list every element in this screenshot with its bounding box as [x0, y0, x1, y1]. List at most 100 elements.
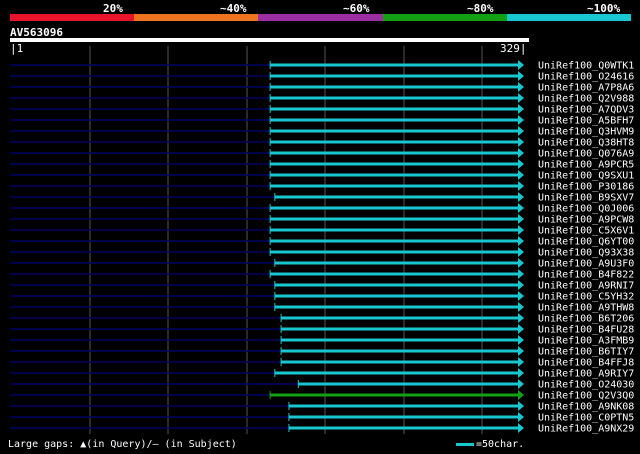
hit-row[interactable]: UniRef100_Q6YT00 — [10, 236, 634, 248]
hit-label[interactable]: UniRef100_B4FFJ8 — [538, 358, 634, 369]
hit-label[interactable]: UniRef100_A9RIY7 — [538, 369, 634, 380]
hit-bar[interactable] — [270, 63, 520, 67]
hit-row[interactable]: UniRef100_Q2V3Q0 — [10, 390, 634, 402]
hit-label[interactable]: UniRef100_A9NX29 — [538, 424, 634, 435]
hit-row[interactable]: UniRef100_B6TIY7 — [10, 346, 634, 358]
hit-bar[interactable] — [270, 107, 520, 111]
hit-bar[interactable] — [270, 140, 520, 144]
hit-row[interactable]: UniRef100_A9PCR5 — [10, 159, 634, 171]
hit-label[interactable]: UniRef100_Q076A9 — [538, 149, 634, 160]
hit-row[interactable]: UniRef100_A9RNI7 — [10, 280, 634, 292]
hit-bar[interactable] — [281, 316, 520, 320]
hit-bar[interactable] — [270, 118, 520, 122]
hit-label[interactable]: UniRef100_C0PTN5 — [538, 413, 634, 424]
hit-label[interactable]: UniRef100_Q0J006 — [538, 204, 634, 215]
hit-row[interactable]: UniRef100_B4FU28 — [10, 324, 634, 336]
hit-label[interactable]: UniRef100_O24030 — [538, 380, 634, 391]
hit-bar[interactable] — [270, 74, 520, 78]
hit-label[interactable]: UniRef100_A7P8A6 — [538, 83, 634, 94]
hit-bar[interactable] — [274, 294, 520, 298]
hit-label[interactable]: UniRef100_A9THW8 — [538, 303, 634, 314]
hit-bar[interactable] — [281, 327, 520, 331]
hit-label[interactable]: UniRef100_B9SXV7 — [538, 193, 634, 204]
hit-row[interactable]: UniRef100_A9U3F0 — [10, 258, 634, 270]
hit-bar[interactable] — [270, 393, 520, 397]
hit-bar[interactable] — [270, 272, 520, 276]
hit-row[interactable]: UniRef100_A7P8A6 — [10, 82, 634, 94]
hit-label[interactable]: UniRef100_C5YH32 — [538, 292, 634, 303]
hit-bar[interactable] — [288, 426, 520, 430]
hit-bar[interactable] — [274, 195, 520, 199]
hit-label[interactable]: UniRef100_Q9SXU1 — [538, 171, 634, 182]
hit-label[interactable]: UniRef100_C5X6V1 — [538, 226, 634, 237]
hit-bar[interactable] — [281, 360, 520, 364]
hit-label[interactable]: UniRef100_Q2V3Q0 — [538, 391, 634, 402]
hit-label[interactable]: UniRef100_A9PCW8 — [538, 215, 634, 226]
hit-bar[interactable] — [274, 371, 520, 375]
hit-row[interactable]: UniRef100_O24616 — [10, 71, 634, 83]
hit-row[interactable]: UniRef100_A9RIY7 — [10, 368, 634, 380]
hit-label[interactable]: UniRef100_A3FMB9 — [538, 336, 634, 347]
hit-row[interactable]: UniRef100_B9SXV7 — [10, 192, 634, 204]
hit-bar[interactable] — [270, 85, 520, 89]
hit-row[interactable]: UniRef100_B6T206 — [10, 313, 634, 325]
hit-row[interactable]: UniRef100_B4FFJ8 — [10, 357, 634, 369]
hit-label[interactable]: UniRef100_Q6YT00 — [538, 237, 634, 248]
hit-label[interactable]: UniRef100_A5BFH7 — [538, 116, 634, 127]
hit-row[interactable]: UniRef100_A9PCW8 — [10, 214, 634, 226]
hit-row[interactable]: UniRef100_C5X6V1 — [10, 225, 634, 237]
hit-bar[interactable] — [270, 173, 520, 177]
hit-bar[interactable] — [270, 228, 520, 232]
hit-bar[interactable] — [270, 217, 520, 221]
hit-bar[interactable] — [270, 239, 520, 243]
hit-bar[interactable] — [270, 162, 520, 166]
hit-bar[interactable] — [298, 382, 520, 386]
hit-bar[interactable] — [270, 96, 520, 100]
hit-bar[interactable] — [270, 184, 520, 188]
hit-row[interactable]: UniRef100_Q38HT8 — [10, 137, 634, 149]
hit-bar[interactable] — [274, 261, 520, 265]
hit-label[interactable]: UniRef100_A9RNI7 — [538, 281, 634, 292]
hit-row[interactable]: UniRef100_A9NK08 — [10, 401, 634, 413]
hit-label[interactable]: UniRef100_A9PCR5 — [538, 160, 634, 171]
hit-label[interactable]: UniRef100_Q38HT8 — [538, 138, 634, 149]
hit-bar[interactable] — [270, 250, 520, 254]
hit-bar[interactable] — [281, 338, 520, 342]
hit-label[interactable]: UniRef100_B6T206 — [538, 314, 634, 325]
hit-label[interactable]: UniRef100_Q3HVM9 — [538, 127, 634, 138]
hit-label[interactable]: UniRef100_Q93X38 — [538, 248, 634, 259]
hit-bar[interactable] — [281, 349, 520, 353]
hit-row[interactable]: UniRef100_Q076A9 — [10, 148, 634, 160]
hit-label[interactable]: UniRef100_A9NK08 — [538, 402, 634, 413]
hit-row[interactable]: UniRef100_A5BFH7 — [10, 115, 634, 127]
hit-label[interactable]: UniRef100_Q2V988 — [538, 94, 634, 105]
hit-row[interactable]: UniRef100_P30186 — [10, 181, 634, 193]
hit-label[interactable]: UniRef100_B4F822 — [538, 270, 634, 281]
hit-bar[interactable] — [274, 305, 520, 309]
hit-row[interactable]: UniRef100_A7QDV3 — [10, 104, 634, 116]
hit-label[interactable]: UniRef100_A9U3F0 — [538, 259, 634, 270]
hit-row[interactable]: UniRef100_C5YH32 — [10, 291, 634, 303]
hit-row[interactable]: UniRef100_Q2V988 — [10, 93, 634, 105]
hit-row[interactable]: UniRef100_C0PTN5 — [10, 412, 634, 424]
hit-bar[interactable] — [274, 283, 520, 287]
hit-label[interactable]: UniRef100_O24616 — [538, 72, 634, 83]
hit-bar[interactable] — [270, 206, 520, 210]
hit-row[interactable]: UniRef100_Q0WTK1 — [10, 60, 634, 72]
hit-bar[interactable] — [270, 129, 520, 133]
hit-bar[interactable] — [270, 151, 520, 155]
hit-label[interactable]: UniRef100_P30186 — [538, 182, 634, 193]
hit-label[interactable]: UniRef100_Q0WTK1 — [538, 61, 634, 72]
hit-row[interactable]: UniRef100_Q3HVM9 — [10, 126, 634, 138]
hit-label[interactable]: UniRef100_A7QDV3 — [538, 105, 634, 116]
hit-row[interactable]: UniRef100_Q0J006 — [10, 203, 634, 215]
hit-row[interactable]: UniRef100_Q9SXU1 — [10, 170, 634, 182]
hit-row[interactable]: UniRef100_A9NX29 — [10, 423, 634, 435]
hit-row[interactable]: UniRef100_A9THW8 — [10, 302, 634, 314]
hit-label[interactable]: UniRef100_B6TIY7 — [538, 347, 634, 358]
hit-row[interactable]: UniRef100_O24030 — [10, 379, 634, 391]
hit-row[interactable]: UniRef100_B4F822 — [10, 269, 634, 281]
hit-bar[interactable] — [288, 415, 520, 419]
hit-row[interactable]: UniRef100_Q93X38 — [10, 247, 634, 259]
hit-label[interactable]: UniRef100_B4FU28 — [538, 325, 634, 336]
